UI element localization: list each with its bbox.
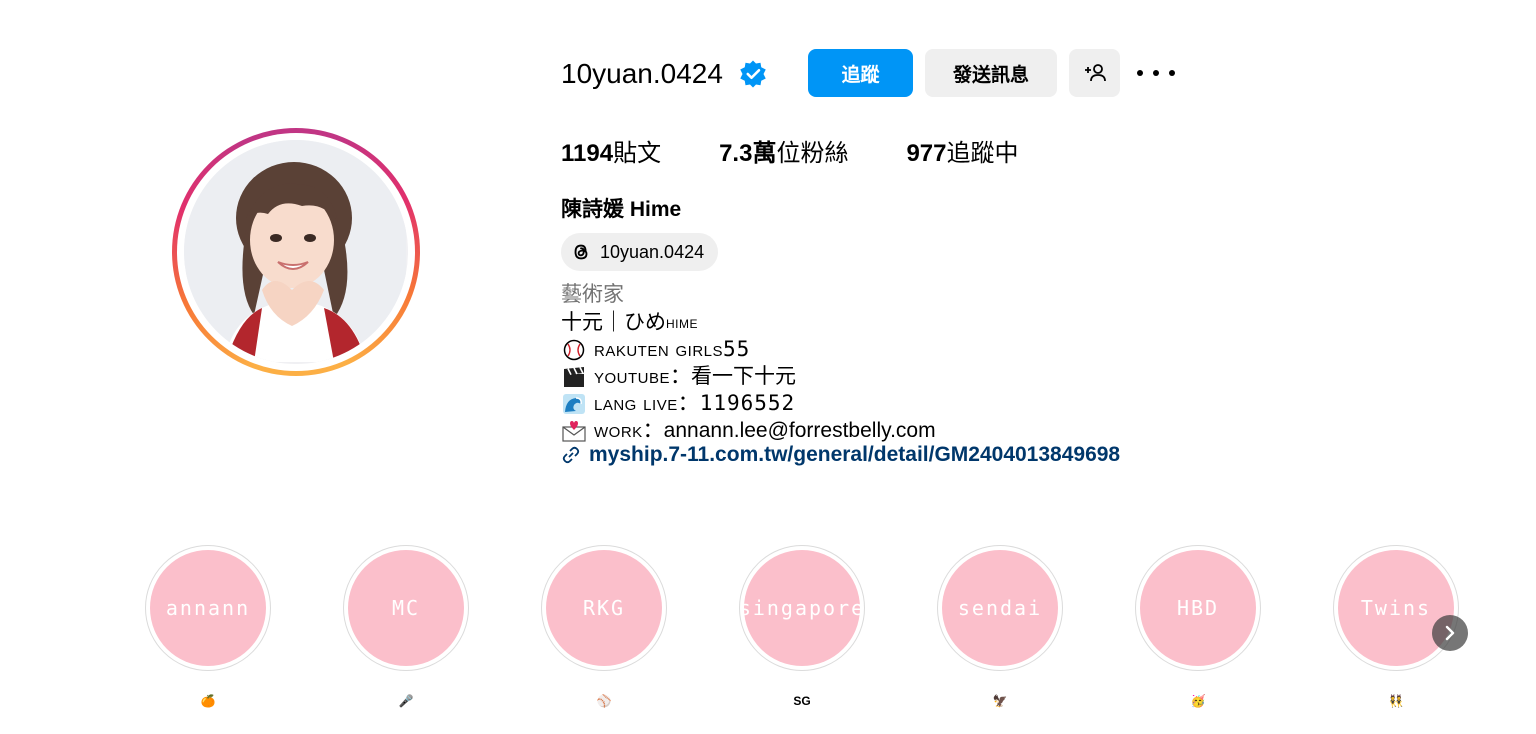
orange-icon: 🍊 (200, 694, 216, 708)
highlight-cover-text: Twins (1338, 550, 1454, 666)
highlight-cover-text: singapore (739, 550, 863, 666)
more-dot-icon (1169, 70, 1175, 76)
bio-line: rakuten girls 55 (561, 336, 936, 363)
external-link-text: myship.7-11.com.tw/general/detail/GM2404… (589, 443, 1121, 466)
story-highlight[interactable]: RKG ⚾ (541, 545, 667, 713)
follow-button[interactable]: 追蹤 (808, 49, 913, 97)
more-dot-icon (1137, 70, 1143, 76)
send-message-button[interactable]: 發送訊息 (925, 49, 1057, 97)
following-count: 977 (906, 140, 947, 167)
highlight-cover-ring[interactable]: singapore (739, 545, 865, 671)
highlights-next-button[interactable] (1432, 615, 1468, 651)
posts-count: 1194 (561, 140, 614, 167)
story-highlight[interactable]: annann 🍊 (145, 545, 271, 713)
highlight-cover-text: sendai (942, 550, 1058, 666)
bio-line: youtube ：看一下十元 (561, 363, 936, 390)
highlight-cover-ring[interactable]: annann (145, 545, 271, 671)
story-highlight[interactable]: HBD 🥳 (1135, 545, 1261, 713)
profile-category: 藝術家 (561, 283, 624, 306)
more-dot-icon (1153, 70, 1159, 76)
baseball-icon: ⚾ (596, 694, 612, 708)
followers-label: 位粉絲 (776, 140, 849, 167)
profile-username: 10yuan.0424 (561, 58, 723, 89)
highlight-cover-ring[interactable]: sendai (937, 545, 1063, 671)
bio-line2-label: rakuten girls (594, 338, 724, 361)
bio-line: 十元｜ひめ hime (561, 309, 936, 336)
highlight-cover-text: RKG (546, 550, 662, 666)
bio-line2-value: 55 (723, 337, 751, 361)
eagle-icon: 🦅 (992, 694, 1008, 708)
twins-icon: 👯 (1388, 694, 1404, 708)
bio-line4-value: ：1196552 (677, 391, 796, 415)
threads-handle: 10yuan.0424 (600, 241, 705, 262)
followers-stat[interactable]: 7.3萬位粉絲 (719, 138, 848, 170)
bio-line5-label: work (594, 419, 643, 442)
baseball-icon (561, 338, 587, 362)
bio-line: lang live ：1196552 (561, 390, 936, 417)
highlight-cover-text: annann (150, 550, 266, 666)
avatar[interactable] (184, 140, 408, 364)
highlight-cover-ring[interactable]: MC (343, 545, 469, 671)
highlight-cover-ring[interactable]: RKG (541, 545, 667, 671)
bio-line3-value: ：看一下十元 (670, 365, 797, 388)
bio-line3-label: youtube (594, 365, 671, 388)
profile-full-name: 陳詩媛 Hime (561, 198, 682, 221)
posts-stat: 1194貼文 (561, 138, 661, 170)
story-highlight[interactable]: sendai 🦅 (937, 545, 1063, 713)
microphone-icon: 🎤 (398, 694, 414, 708)
bio-line5-value: ：annann.lee@forrestbelly.com (642, 419, 936, 442)
following-label: 追蹤中 (946, 140, 1019, 167)
profile-stats: 1194貼文 7.3萬位粉絲 977追蹤中 (561, 138, 1077, 170)
highlight-cover-ring[interactable]: HBD (1135, 545, 1261, 671)
more-options-button[interactable] (1137, 60, 1175, 86)
wave-icon (561, 392, 587, 416)
profile-avatar-story-ring[interactable] (172, 128, 420, 376)
bio-line: work ：annann.lee@forrestbelly.com (561, 417, 936, 444)
avatar-photo (184, 140, 406, 362)
avatar-gap (177, 133, 415, 371)
highlight-cover-ring[interactable]: Twins (1333, 545, 1459, 671)
sg-flag-text: SG (793, 694, 811, 708)
following-stat[interactable]: 977追蹤中 (906, 138, 1018, 170)
chevron-right-icon (1445, 625, 1455, 641)
verified-badge-icon (740, 60, 766, 88)
clapper-board-icon (561, 365, 587, 389)
highlight-cover-text: MC (348, 550, 464, 666)
threads-link-badge[interactable]: 10yuan.0424 (561, 233, 719, 271)
threads-icon (574, 244, 588, 260)
profile-external-link[interactable]: myship.7-11.com.tw/general/detail/GM2404… (561, 443, 1120, 467)
bio-line1-suffix: hime (666, 313, 698, 332)
story-highlight[interactable]: MC 🎤 (343, 545, 469, 713)
add-person-icon (1084, 64, 1106, 82)
story-highlight[interactable]: singapore SG (739, 545, 865, 713)
love-letter-icon (561, 419, 587, 443)
highlight-cover-text: HBD (1140, 550, 1256, 666)
party-face-icon: 🥳 (1190, 694, 1206, 708)
bio-line4-label: lang live (594, 392, 678, 415)
posts-label: 貼文 (613, 140, 662, 167)
profile-bio: 十元｜ひめ hime rakuten girls 55 youtube ：看一下十元… (561, 309, 936, 444)
suggested-accounts-button[interactable] (1069, 49, 1120, 97)
followers-count: 7.3萬 (719, 140, 777, 167)
link-icon (562, 446, 580, 464)
bio-line1-text: 十元｜ひめ (561, 311, 666, 334)
